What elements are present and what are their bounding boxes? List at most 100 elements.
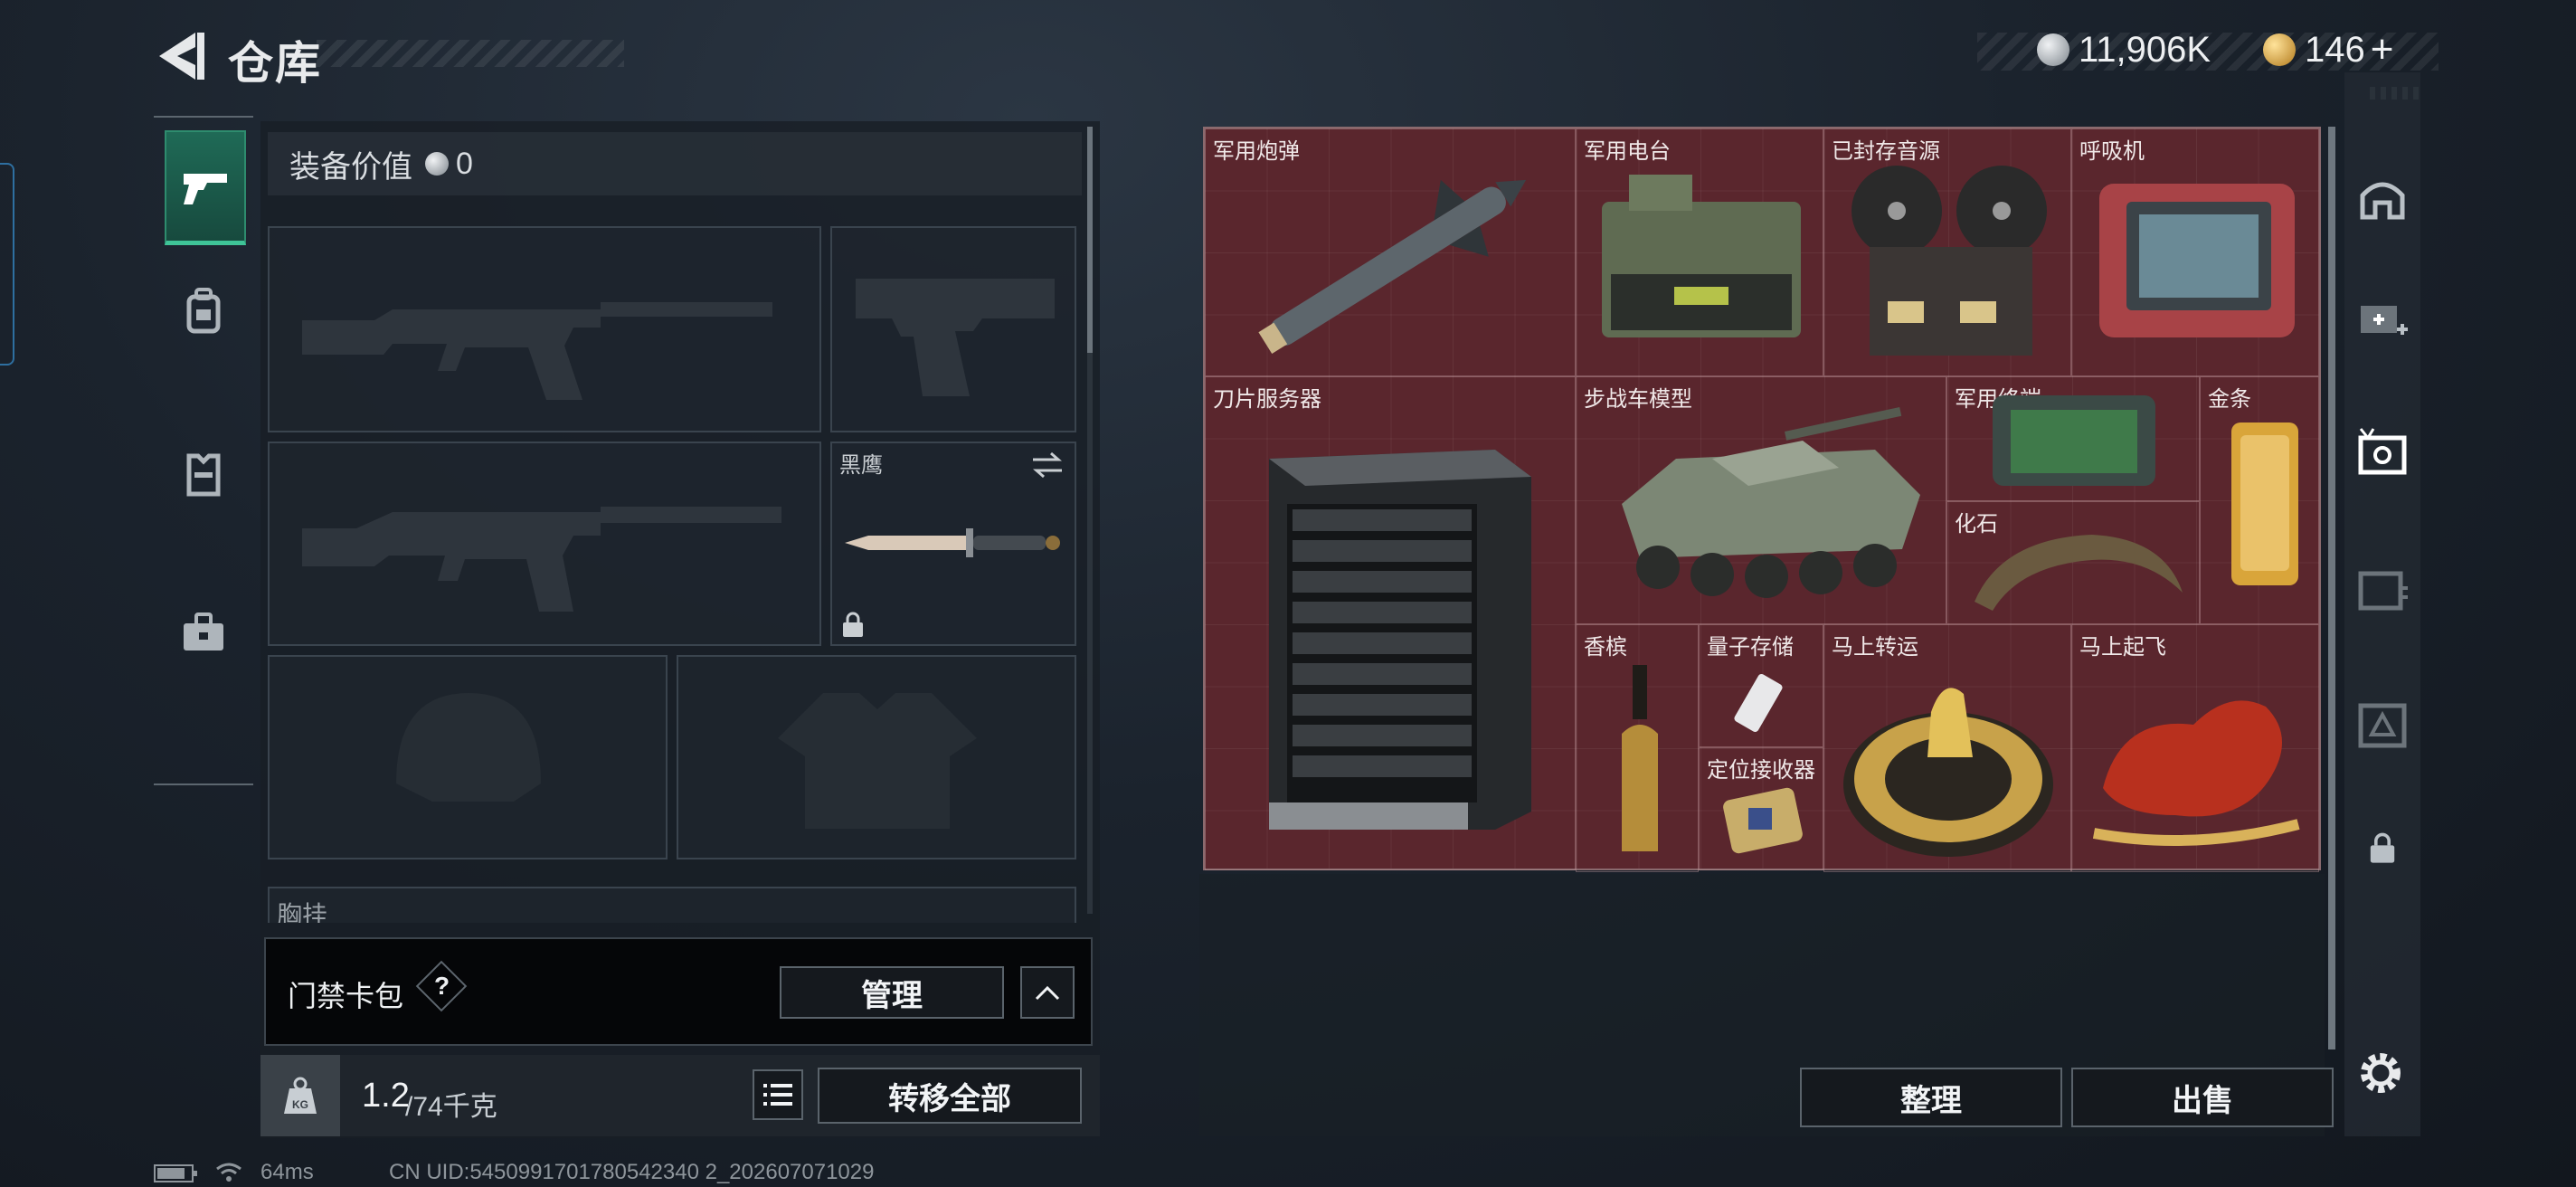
storage-item[interactable]: 定位接收器: [1699, 747, 1823, 870]
equipment-scroll-thumb[interactable]: [1087, 127, 1093, 353]
ventilator-icon: [2099, 184, 2295, 337]
item-label: 军用电台: [1584, 139, 1671, 164]
secondary-weapon-slot[interactable]: [268, 442, 821, 646]
helmet-silhouette-icon: [396, 693, 541, 802]
ping-text: 64ms: [260, 1160, 314, 1184]
storage-item[interactable]: 金条: [2200, 376, 2319, 624]
vest-icon: [186, 453, 221, 497]
transfer-all-button[interactable]: 转移全部: [818, 1068, 1082, 1124]
storage-item[interactable]: 刀片服务器: [1205, 376, 1576, 870]
weight-bar: KG 1.2 /74千克 转移全部: [260, 1055, 1100, 1136]
storage-item[interactable]: 军用炮弹: [1205, 128, 1576, 376]
medkit-add-icon[interactable]: [2355, 290, 2410, 344]
artillery-shell-icon: [1258, 179, 1527, 354]
storage-item[interactable]: 量子存储: [1699, 624, 1823, 747]
backpack-icon: [186, 288, 221, 334]
safe-box-icon[interactable]: [2355, 425, 2410, 480]
knife-icon: [845, 528, 1060, 557]
pistol-silhouette-icon: [856, 279, 1055, 396]
storage-item[interactable]: 化石: [1946, 501, 2200, 624]
fossil-claw-icon: [1975, 535, 2183, 611]
manage-button[interactable]: 管理: [780, 966, 1004, 1019]
tab-vest[interactable]: [165, 420, 242, 528]
wifi-icon: [216, 1163, 242, 1182]
sort-button[interactable]: 整理: [1800, 1068, 2062, 1127]
reel-recorder-icon: [1852, 166, 2047, 356]
silver-coin-icon: [2037, 33, 2069, 66]
weight-current: 1.2: [362, 1077, 410, 1115]
help-icon: ?: [434, 972, 450, 1000]
tab-case[interactable]: [165, 579, 242, 688]
supply-crate-icon[interactable]: [2355, 561, 2410, 615]
swap-icon[interactable]: [1029, 451, 1065, 480]
uid-text: CN UID:5450991701780542340 2_20260707102…: [389, 1160, 875, 1184]
lock-icon: [843, 612, 863, 637]
chest-rig-slot[interactable]: 胸挂: [268, 887, 1076, 923]
storage-item[interactable]: 马上转运: [1823, 624, 2071, 872]
tab-weapons[interactable]: [165, 130, 246, 245]
item-label: 刀片服务器: [1213, 387, 1321, 412]
locator-receiver-icon: [1723, 787, 1803, 854]
sell-button[interactable]: 出售: [2071, 1068, 2334, 1127]
primary-weapon-slot[interactable]: [268, 226, 821, 432]
storage-item[interactable]: 香槟: [1576, 624, 1699, 872]
military-radio-icon: [1602, 175, 1801, 337]
equipment-value-bar: 装备价值 0: [268, 132, 1082, 195]
locked-slot-icon: [2370, 832, 2395, 863]
horse-statue-icon: [2092, 700, 2300, 846]
weight-max: /74千克: [405, 1092, 497, 1122]
silver-coin-icon: [425, 152, 449, 176]
weight-kg-icon: KG: [284, 1077, 317, 1114]
category-tab-bar: [154, 116, 253, 785]
chevron-up-icon: [1035, 985, 1060, 1001]
storage-item[interactable]: 军用电台: [1576, 128, 1823, 376]
item-label: 金条: [2208, 387, 2251, 412]
pistol-slot[interactable]: [830, 226, 1076, 432]
page-title: 仓库: [228, 38, 322, 89]
settings-gear-icon[interactable]: [2353, 1046, 2408, 1100]
gold-bar-icon: [2231, 423, 2298, 585]
item-label: 量子存储: [1707, 635, 1794, 660]
add-gold-icon[interactable]: +: [2371, 27, 2394, 72]
silver-currency: 11,906K: [2037, 27, 2211, 72]
melee-label: 黑鹰: [839, 453, 883, 478]
military-terminal-icon: [1993, 395, 2155, 486]
equipment-value: 0: [456, 146, 473, 181]
item-label: 香槟: [1584, 635, 1627, 660]
rifle-silhouette-icon: [302, 302, 772, 400]
pistol-icon: [184, 174, 227, 204]
cargo-box-icon[interactable]: [2355, 697, 2410, 751]
storage-item[interactable]: 马上起飞: [2071, 624, 2319, 872]
back-arrow-icon[interactable]: [152, 29, 206, 83]
melee-slot[interactable]: 黑鹰: [830, 442, 1076, 646]
armory-icon[interactable]: [2355, 172, 2410, 226]
list-view-button[interactable]: [753, 1069, 803, 1120]
access-card-label: 门禁卡包: [288, 980, 404, 1012]
gold-currency[interactable]: 146 +: [2263, 27, 2393, 72]
horse-token-icon: [1843, 688, 2053, 857]
storage-item[interactable]: 军用终端: [1946, 376, 2200, 501]
quantum-storage-icon: [1734, 673, 1783, 733]
gold-coin-icon: [2263, 33, 2296, 66]
helmet-slot[interactable]: [268, 655, 668, 859]
silver-amount: 11,906K: [2079, 29, 2211, 70]
briefcase-icon: [184, 612, 223, 650]
item-label: 马上起飞: [2079, 635, 2166, 660]
ifv-model-icon: [1622, 406, 1920, 598]
storage-item[interactable]: 步战车模型: [1576, 376, 1946, 624]
blade-server-icon: [1269, 450, 1531, 830]
storage-category-bar: [2344, 72, 2420, 1136]
chest-rig-label: 胸挂: [277, 901, 328, 923]
title-decoration: [317, 40, 624, 67]
armor-slot[interactable]: [677, 655, 1076, 859]
weight-icon-box: KG: [260, 1055, 340, 1136]
collapse-button[interactable]: [1020, 966, 1075, 1019]
storage-item[interactable]: 呼吸机: [2071, 128, 2319, 376]
side-drawer-handle[interactable]: [0, 163, 14, 366]
storage-scrollbar[interactable]: [2328, 127, 2335, 1049]
item-label: 呼吸机: [2079, 139, 2145, 164]
rifle-silhouette-icon: [302, 507, 781, 612]
storage-item[interactable]: 已封存音源: [1823, 128, 2071, 376]
kg-text: KG: [292, 1098, 308, 1111]
tab-backpack[interactable]: [165, 257, 242, 366]
